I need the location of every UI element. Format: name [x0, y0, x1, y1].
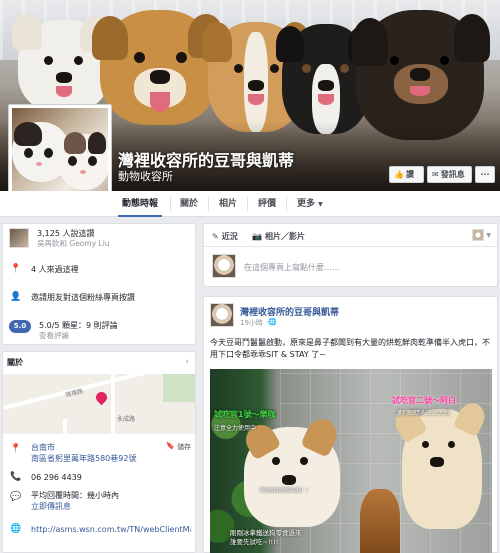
chevron-right-icon: › — [185, 357, 189, 367]
avatar — [212, 254, 236, 278]
map-road-label: 灣裡路 — [64, 387, 84, 400]
map-road-label-2: 永成路 — [117, 416, 136, 423]
puppy-tan — [92, 10, 224, 125]
person-add-icon: 👤 — [10, 292, 22, 302]
map-road-vertical — [111, 374, 115, 434]
visits-text: 4 人來過這裡 — [31, 265, 79, 274]
post-author-avatar[interactable] — [210, 303, 234, 327]
phone-icon: 📞 — [10, 472, 22, 482]
map-road-small — [63, 419, 67, 434]
rating-badge: 5.0 — [9, 320, 31, 333]
tab-photo-video[interactable]: 📷 相片／影片 — [252, 231, 305, 242]
see-reviews-link[interactable]: 查看評論 — [39, 331, 118, 341]
composer-input[interactable]: 在這個專頁上寫點什麼…… — [244, 262, 340, 273]
about-card: 關於 › 灣裡路 永成路 📍 台南市 南區省躬里萬年路580巷92號 🔖 儲存 … — [2, 351, 196, 553]
dog-right — [390, 398, 490, 529]
post-time[interactable]: 19小時 — [240, 318, 263, 328]
more-options-button[interactable]: ··· — [475, 166, 495, 183]
page-category[interactable]: 動物收容所 — [118, 168, 173, 184]
likes-friends[interactable]: 吳再欽和 Geomy Liu — [37, 239, 110, 249]
response-time: 平均回覆時間：幾小時內 — [31, 491, 119, 500]
post-author[interactable]: 灣裡收容所的豆哥與凱蒂 — [240, 305, 339, 318]
kitten-right — [58, 132, 108, 190]
post-photo[interactable]: 試吃官1號～樂咖 注意全力使用中 試吃官二號～阿白 濃狗眼睛永汪汪大眼 （旁邊好… — [210, 369, 492, 553]
likes-count: 3,125 人說這讚 — [37, 229, 95, 238]
caption-bottom: 剛剛冰拿鐵送狗零食過來 誰要先試吃~!!!! — [230, 529, 302, 546]
friend-avatars[interactable] — [9, 228, 29, 248]
composer-avatar-selector[interactable]: ▼ — [472, 229, 491, 241]
avatar — [472, 229, 485, 241]
map-marker-icon — [93, 389, 110, 406]
dog-left — [240, 414, 342, 527]
map[interactable]: 灣裡路 永成路 — [3, 374, 195, 434]
post-meta: 19小時 ·🌐 — [240, 318, 277, 328]
invite-friends-link[interactable]: 邀請朋友對這個粉絲專頁按讚 — [31, 290, 135, 303]
camera-icon: 📷 — [252, 232, 262, 241]
tab-more[interactable]: 更多 ▼ — [297, 191, 323, 217]
tab-photos[interactable]: 相片 — [219, 191, 237, 217]
caret-down-icon: ▼ — [486, 231, 491, 239]
save-location-button[interactable]: 🔖 儲存 — [166, 442, 191, 452]
thumbs-up-icon: 👍 — [394, 170, 404, 179]
globe-icon: ·🌐 — [265, 318, 277, 326]
address-city[interactable]: 台南市 — [31, 442, 158, 453]
send-message-link[interactable]: 立即傳訊息 — [31, 501, 119, 512]
caption-mid: （旁邊好狗狗都看我！） — [256, 488, 312, 494]
bookmark-icon: 🔖 — [166, 442, 175, 450]
caption-right-title: 試吃官二號～阿白 — [392, 396, 456, 405]
tab-status[interactable]: ✎ 近況 — [212, 231, 238, 242]
message-icon: ✉ — [432, 170, 439, 179]
address-street[interactable]: 南區省躬里萬年路580巷92號 — [31, 453, 158, 464]
like-button[interactable]: 👍 讚 — [389, 166, 424, 183]
website-link[interactable]: http://asms.wsn.com.tw/TN/webClientMain.… — [31, 522, 191, 535]
map-park — [163, 374, 195, 402]
caption-right-sub: 濃狗眼睛永汪汪大眼 — [396, 410, 451, 417]
tab-timeline[interactable]: 動態時報 — [117, 191, 163, 217]
post-composer: ✎ 近況 📷 相片／影片 ▼ 在這個專頁上寫點什麼…… — [203, 223, 498, 287]
post-text: 今天豆哥鬥鬣鬣啟動，原來是鼻子都聞到有大量的烘乾鮮肉乾準備半入虎口，不用下口令都… — [210, 338, 490, 359]
globe-icon: 🌐 — [10, 524, 22, 534]
tab-about[interactable]: 關於 — [180, 191, 198, 217]
location-pin-icon: 📍 — [10, 444, 22, 454]
page-info-card: 3,125 人說這讚 吳再欽和 Geomy Liu 📍 4 人來過這裡 👤 邀請… — [2, 223, 196, 345]
caption-left-sub: 注意全力使用中 — [214, 425, 257, 432]
rating-text: 5.0/5 顆星：9 則評論 — [39, 321, 118, 330]
caret-down-icon: ▼ — [318, 201, 323, 208]
pencil-icon: ✎ — [212, 232, 219, 241]
message-button[interactable]: ✉ 發訊息 — [427, 166, 472, 183]
location-pin-icon: 📍 — [10, 264, 22, 274]
caption-left-title: 試吃官1號～樂咖 — [214, 410, 276, 419]
about-header[interactable]: 關於 › — [7, 357, 189, 368]
chat-icon: 💬 — [10, 492, 22, 502]
post-card: 灣裡收容所的豆哥與凱蒂 19小時 ·🌐 今天豆哥鬥鬣鬣啟動，原來是鼻子都聞到有大… — [203, 296, 498, 553]
page-tab-bar: 動態時報 關於 相片 評價 更多 ▼ — [0, 191, 500, 217]
tab-reviews[interactable]: 評價 — [258, 191, 276, 217]
phone-number: 06 296 4439 — [31, 473, 82, 482]
treat — [360, 489, 400, 553]
